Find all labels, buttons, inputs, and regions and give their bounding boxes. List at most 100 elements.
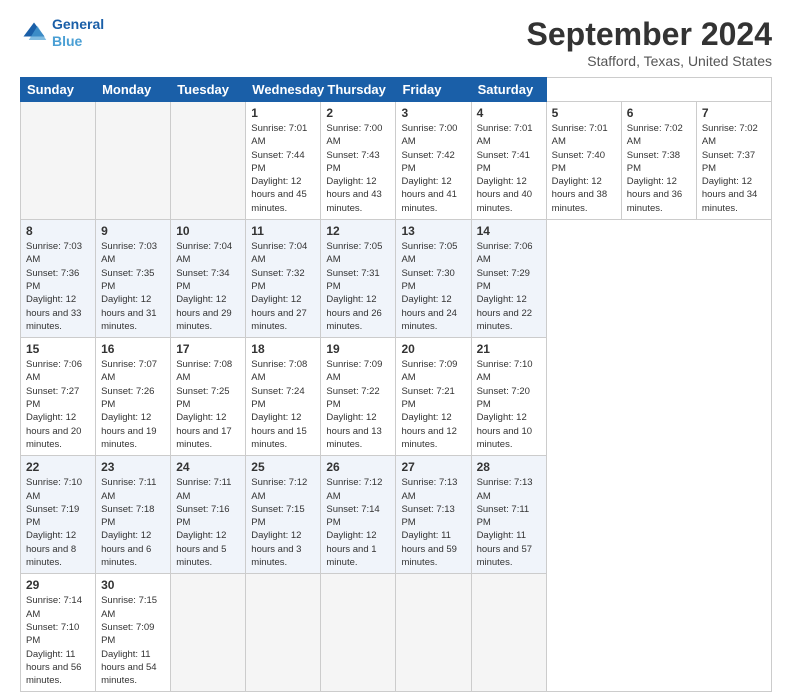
day-info: Sunrise: 7:05 AMSunset: 7:30 PMDaylight:… [401,240,465,333]
calendar-cell: 29 Sunrise: 7:14 AMSunset: 7:10 PMDayligh… [21,574,96,692]
calendar-cell [21,102,96,220]
day-info: Sunrise: 7:01 AMSunset: 7:41 PMDaylight:… [477,122,541,215]
day-info: Sunrise: 7:11 AMSunset: 7:16 PMDaylight:… [176,476,240,569]
calendar-cell: 16 Sunrise: 7:07 AMSunset: 7:26 PMDayligh… [96,338,171,456]
calendar-week-4: 22 Sunrise: 7:10 AMSunset: 7:19 PMDayligh… [21,456,772,574]
day-number: 5 [552,106,616,120]
month-title: September 2024 [527,16,772,53]
calendar-cell [171,574,246,692]
day-number: 7 [702,106,766,120]
day-number: 8 [26,224,90,238]
day-info: Sunrise: 7:01 AMSunset: 7:40 PMDaylight:… [552,122,616,215]
calendar-week-3: 15 Sunrise: 7:06 AMSunset: 7:27 PMDayligh… [21,338,772,456]
day-number: 16 [101,342,165,356]
day-info: Sunrise: 7:10 AMSunset: 7:19 PMDaylight:… [26,476,90,569]
calendar-cell: 20Sunrise: 7:09 AMSunset: 7:21 PMDayligh… [396,338,471,456]
day-number: 26 [326,460,390,474]
day-number: 9 [101,224,165,238]
calendar-cell: 22 Sunrise: 7:10 AMSunset: 7:19 PMDayligh… [21,456,96,574]
day-number: 13 [401,224,465,238]
location: Stafford, Texas, United States [527,53,772,69]
day-header-saturday: Saturday [471,78,546,102]
day-info: Sunrise: 7:14 AMSunset: 7:10 PMDaylight:… [26,594,90,687]
day-header-tuesday: Tuesday [171,78,246,102]
day-number: 28 [477,460,541,474]
title-block: September 2024 Stafford, Texas, United S… [527,16,772,69]
calendar-cell [471,574,546,692]
calendar-week-1: 1Sunrise: 7:01 AMSunset: 7:44 PMDaylight… [21,102,772,220]
day-info: Sunrise: 7:15 AMSunset: 7:09 PMDaylight:… [101,594,165,687]
day-info: Sunrise: 7:12 AMSunset: 7:14 PMDaylight:… [326,476,390,569]
day-number: 14 [477,224,541,238]
calendar-week-5: 29 Sunrise: 7:14 AMSunset: 7:10 PMDayligh… [21,574,772,692]
calendar-cell: 19Sunrise: 7:09 AMSunset: 7:22 PMDayligh… [321,338,396,456]
calendar-cell: 28 Sunrise: 7:13 AMSunset: 7:11 PMDayligh… [471,456,546,574]
day-info: Sunrise: 7:02 AMSunset: 7:37 PMDaylight:… [702,122,766,215]
day-number: 25 [251,460,315,474]
calendar-cell: 13 Sunrise: 7:05 AMSunset: 7:30 PMDayligh… [396,220,471,338]
calendar-cell: 15 Sunrise: 7:06 AMSunset: 7:27 PMDayligh… [21,338,96,456]
calendar-cell: 24 Sunrise: 7:11 AMSunset: 7:16 PMDayligh… [171,456,246,574]
day-info: Sunrise: 7:09 AMSunset: 7:22 PMDaylight:… [326,358,390,451]
day-number: 30 [101,578,165,592]
logo-icon [20,19,48,47]
day-number: 21 [477,342,541,356]
logo-line1: General [52,16,104,32]
calendar-cell: 21Sunrise: 7:10 AMSunset: 7:20 PMDayligh… [471,338,546,456]
day-number: 23 [101,460,165,474]
logo-line2: Blue [52,33,82,49]
header: General Blue September 2024 Stafford, Te… [20,16,772,69]
day-number: 3 [401,106,465,120]
day-number: 27 [401,460,465,474]
day-number: 18 [251,342,315,356]
day-header-monday: Monday [96,78,171,102]
calendar-cell [96,102,171,220]
day-number: 15 [26,342,90,356]
day-info: Sunrise: 7:03 AMSunset: 7:36 PMDaylight:… [26,240,90,333]
day-number: 4 [477,106,541,120]
page: General Blue September 2024 Stafford, Te… [0,0,792,612]
calendar-header-row: SundayMondayTuesdayWednesdayThursdayFrid… [21,78,772,102]
logo: General Blue [20,16,104,50]
day-number: 24 [176,460,240,474]
logo-text: General Blue [52,16,104,50]
day-info: Sunrise: 7:07 AMSunset: 7:26 PMDaylight:… [101,358,165,451]
day-info: Sunrise: 7:08 AMSunset: 7:24 PMDaylight:… [251,358,315,451]
day-info: Sunrise: 7:13 AMSunset: 7:11 PMDaylight:… [477,476,541,569]
day-info: Sunrise: 7:12 AMSunset: 7:15 PMDaylight:… [251,476,315,569]
calendar-cell: 8 Sunrise: 7:03 AMSunset: 7:36 PMDaylight… [21,220,96,338]
calendar-cell: 6Sunrise: 7:02 AMSunset: 7:38 PMDaylight… [621,102,696,220]
day-info: Sunrise: 7:04 AMSunset: 7:34 PMDaylight:… [176,240,240,333]
day-number: 29 [26,578,90,592]
calendar-cell: 18 Sunrise: 7:08 AMSunset: 7:24 PMDayligh… [246,338,321,456]
calendar-cell: 27Sunrise: 7:13 AMSunset: 7:13 PMDayligh… [396,456,471,574]
day-number: 20 [401,342,465,356]
calendar-cell: 14 Sunrise: 7:06 AMSunset: 7:29 PMDayligh… [471,220,546,338]
calendar-cell: 26 Sunrise: 7:12 AMSunset: 7:14 PMDayligh… [321,456,396,574]
calendar-cell: 1Sunrise: 7:01 AMSunset: 7:44 PMDaylight… [246,102,321,220]
calendar-cell: 30 Sunrise: 7:15 AMSunset: 7:09 PMDayligh… [96,574,171,692]
day-header-sunday: Sunday [21,78,96,102]
calendar-cell [171,102,246,220]
day-number: 2 [326,106,390,120]
day-header-wednesday: Wednesday [246,78,321,102]
calendar-cell [396,574,471,692]
day-info: Sunrise: 7:03 AMSunset: 7:35 PMDaylight:… [101,240,165,333]
day-number: 22 [26,460,90,474]
day-info: Sunrise: 7:00 AMSunset: 7:43 PMDaylight:… [326,122,390,215]
calendar: SundayMondayTuesdayWednesdayThursdayFrid… [20,77,772,692]
day-info: Sunrise: 7:06 AMSunset: 7:29 PMDaylight:… [477,240,541,333]
calendar-body: 1Sunrise: 7:01 AMSunset: 7:44 PMDaylight… [21,102,772,692]
calendar-cell [246,574,321,692]
calendar-cell: 25 Sunrise: 7:12 AMSunset: 7:15 PMDayligh… [246,456,321,574]
day-number: 1 [251,106,315,120]
day-number: 12 [326,224,390,238]
day-info: Sunrise: 7:05 AMSunset: 7:31 PMDaylight:… [326,240,390,333]
calendar-cell: 17Sunrise: 7:08 AMSunset: 7:25 PMDayligh… [171,338,246,456]
day-header-friday: Friday [396,78,471,102]
day-info: Sunrise: 7:06 AMSunset: 7:27 PMDaylight:… [26,358,90,451]
day-info: Sunrise: 7:08 AMSunset: 7:25 PMDaylight:… [176,358,240,451]
day-number: 10 [176,224,240,238]
day-number: 11 [251,224,315,238]
calendar-cell: 23Sunrise: 7:11 AMSunset: 7:18 PMDayligh… [96,456,171,574]
